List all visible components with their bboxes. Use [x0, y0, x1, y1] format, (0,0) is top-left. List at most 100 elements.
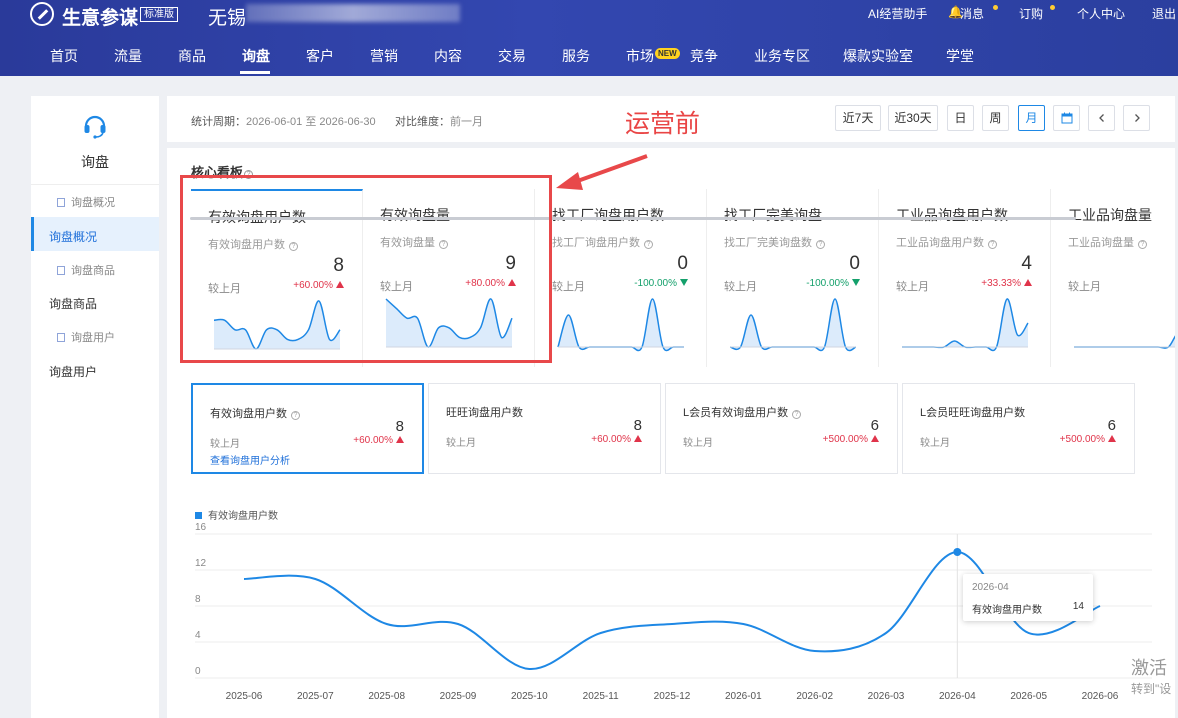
ai-assistant-link[interactable]: AI经营助手 [868, 5, 927, 22]
kpi-card[interactable]: 工业品询盘量 工业品询盘量? 较上月 [1051, 189, 1175, 367]
metric-compare-label: 较上月 [683, 438, 713, 449]
help-icon[interactable]: ? [291, 411, 300, 420]
kpi-value: 4 [1021, 253, 1032, 274]
x-tick-label: 2026-06 [1082, 691, 1119, 702]
nav-business-zone[interactable]: 业务专区 [754, 46, 810, 66]
nav-content[interactable]: 内容 [434, 46, 462, 66]
metric-card[interactable]: 有效询盘用户数? 8 较上月 +60.00% 查看询盘用户分析 [191, 383, 424, 474]
compare-text: 对比维度：前一月 [395, 116, 483, 128]
metric-value: 6 [870, 417, 879, 434]
metric-value: 8 [395, 418, 404, 435]
nav-trade[interactable]: 交易 [498, 46, 526, 66]
nav-marketing[interactable]: 营销 [370, 46, 398, 66]
sidebar-item-products[interactable]: 询盘商品 [49, 295, 97, 312]
metric-card[interactable]: L会员旺旺询盘用户数 6 较上月 +500.00% [902, 383, 1135, 474]
metric-compare-label: 较上月 [920, 438, 950, 449]
metric-compare-label: 较上月 [446, 438, 476, 449]
prev-button[interactable] [1088, 105, 1115, 131]
metric-card[interactable]: L会员有效询盘用户数? 6 较上月 +500.00% [665, 383, 898, 474]
next-button[interactable] [1123, 105, 1150, 131]
sparkline-line [557, 298, 684, 352]
kpi-subtitle: 工业品询盘量? [1068, 234, 1147, 250]
help-icon[interactable]: ? [644, 240, 653, 249]
metric-card[interactable]: 旺旺询盘用户数 8 较上月 +60.00% [428, 383, 661, 474]
nav-home[interactable]: 首页 [50, 46, 78, 66]
nav-inquiry[interactable]: 询盘 [242, 46, 270, 66]
kpi-compare-label: 较上月 [552, 281, 585, 293]
help-icon[interactable]: ? [1138, 240, 1147, 249]
help-icon[interactable]: ? [816, 240, 825, 249]
message-dot [993, 5, 998, 10]
y-tick-label: 16 [195, 522, 207, 533]
sidebar-sub-products[interactable]: 询盘商品 [57, 262, 115, 278]
y-tick-label: 8 [195, 594, 201, 605]
x-tick-label: 2025-08 [368, 691, 405, 702]
arrow-down-icon [680, 279, 688, 286]
headset-icon [84, 115, 106, 139]
arrow-down-icon [852, 279, 860, 286]
metric-value: 6 [1107, 417, 1116, 434]
top-header: 生意参谋 标准版 无锡 AI经营助手 🔔 消息 订购 个人中心 退出 首页 流量… [0, 0, 1178, 76]
calendar-button[interactable] [1053, 105, 1080, 131]
order-link[interactable]: 订购 [1019, 5, 1043, 22]
user-analysis-link[interactable]: 查看询盘用户分析 [210, 452, 290, 467]
chart-legend[interactable]: 有效询盘用户数 [195, 507, 278, 522]
personal-center-link[interactable]: 个人中心 [1077, 5, 1125, 22]
week-button[interactable]: 周 [982, 105, 1009, 131]
y-tick-label: 12 [195, 558, 207, 569]
nav-academy[interactable]: 学堂 [946, 46, 974, 66]
nav-customer[interactable]: 客户 [306, 46, 334, 66]
nav-traffic[interactable]: 流量 [114, 46, 142, 66]
order-dot [1050, 5, 1055, 10]
kpi-compare-label: 较上月 [1068, 281, 1101, 293]
sidebar-divider [31, 184, 159, 185]
metric-title: L会员旺旺询盘用户数 [920, 407, 1026, 419]
x-tick-label: 2025-09 [440, 691, 477, 702]
kpi-card[interactable]: 找工厂询盘用户数 找工厂询盘用户数? 0 较上月 -100.00% [535, 189, 707, 367]
help-icon[interactable]: ? [792, 410, 802, 419]
tooltip-value: 14 [1072, 601, 1084, 612]
day-button[interactable]: 日 [947, 105, 974, 131]
nav-market[interactable]: 市场 [626, 46, 654, 66]
kpi-value: 0 [849, 253, 860, 274]
chevron-right-icon [1134, 114, 1140, 122]
last-7-days-button[interactable]: 近7天 [835, 105, 881, 131]
legend-swatch [195, 512, 202, 519]
sidebar-item-users[interactable]: 询盘用户 [49, 363, 97, 380]
nav-product[interactable]: 商品 [178, 46, 206, 66]
metric-title: 有效询盘用户数? [210, 405, 300, 421]
help-icon[interactable]: ? [988, 240, 997, 249]
kpi-change: +33.33% [981, 278, 1032, 289]
x-tick-label: 2026-01 [725, 691, 762, 702]
kpi-sparkline [901, 298, 1029, 352]
sidebar-sub-overview[interactable]: 询盘概况 [57, 194, 115, 210]
kpi-card[interactable]: 找工厂完美询盘 找工厂完美询盘数? 0 较上月 -100.00% [707, 189, 879, 367]
kpi-title: 工业品询盘用户数 [896, 207, 1008, 223]
month-button[interactable]: 月 [1018, 105, 1045, 131]
kpi-compare-label: 较上月 [724, 281, 757, 293]
nav-hot-lab[interactable]: 爆款实验室 [843, 46, 913, 66]
filter-bar: 统计周期：2026-06-01 至 2026-06-30 对比维度：前一月 运营… [167, 96, 1175, 142]
top-links: AI经营助手 🔔 消息 订购 个人中心 退出 [0, 5, 1178, 22]
document-icon [57, 198, 65, 207]
kpi-value: 0 [677, 253, 688, 274]
chart-tooltip: 2026-04 有效询盘用户数 14 [963, 574, 1093, 621]
tooltip-label: 有效询盘用户数 [972, 605, 1042, 616]
tooltip-title: 2026-04 [972, 582, 1009, 593]
kpi-card[interactable]: 工业品询盘用户数 工业品询盘用户数? 4 较上月 +33.33% [879, 189, 1051, 367]
main-nav: 首页 流量 商品 询盘 客户 营销 内容 交易 服务 市场 竞争 业务专区 爆款… [0, 46, 1178, 66]
sparkline-area [1074, 336, 1175, 349]
metric-title: L会员有效询盘用户数? [683, 404, 802, 420]
metric-value: 8 [633, 417, 642, 434]
nav-service[interactable]: 服务 [562, 46, 590, 66]
nav-competition[interactable]: 竞争 [690, 46, 718, 66]
sidebar-item-overview[interactable]: 询盘概况 [31, 217, 159, 251]
sidebar-sub-users[interactable]: 询盘用户 [57, 329, 115, 345]
last-30-days-button[interactable]: 近30天 [888, 105, 938, 131]
messages-link[interactable]: 消息 [960, 5, 984, 22]
x-tick-label: 2026-03 [868, 691, 905, 702]
activation-watermark: 激活 [1131, 658, 1167, 678]
kpi-subtitle: 找工厂询盘用户数? [552, 234, 653, 250]
logout-link[interactable]: 退出 [1152, 5, 1176, 22]
sidebar-title: 询盘 [81, 154, 109, 170]
